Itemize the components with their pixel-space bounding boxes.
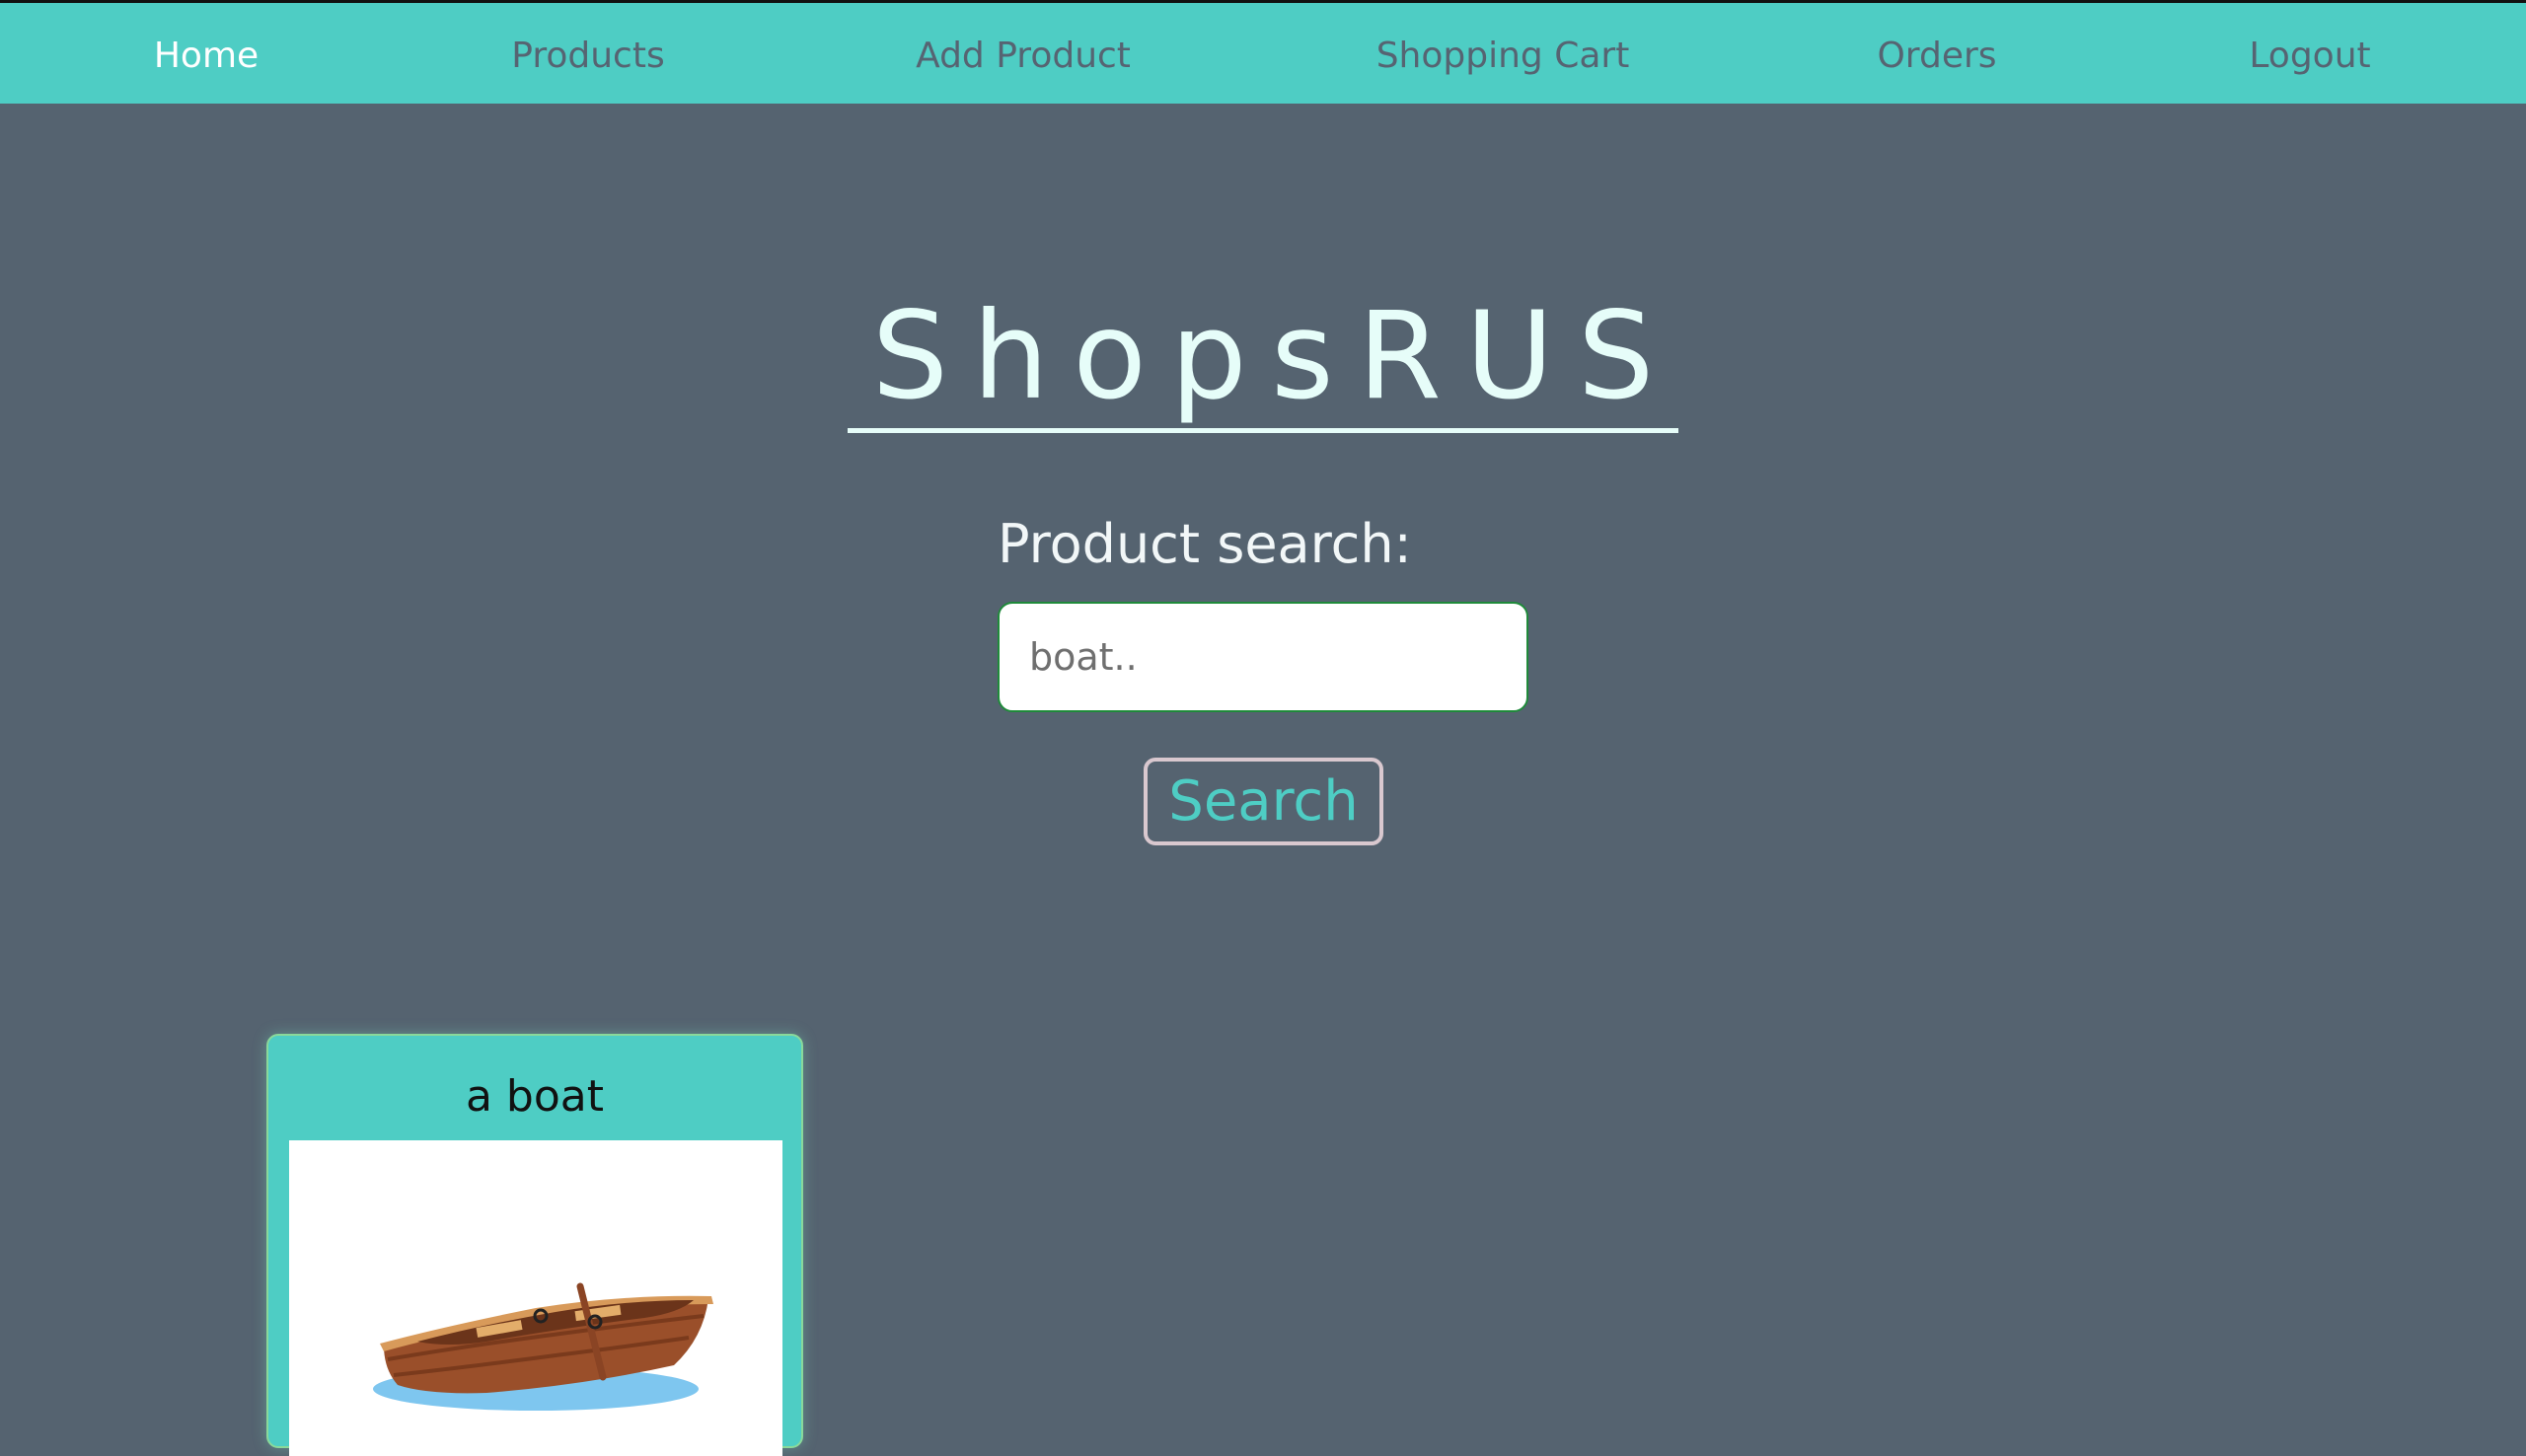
product-name: a boat: [465, 1071, 604, 1122]
search-input[interactable]: [998, 602, 1528, 712]
nav-link-add-product[interactable]: Add Product: [916, 3, 1131, 104]
nav-link-orders[interactable]: Orders: [1877, 3, 1996, 104]
nav-link-products[interactable]: Products: [511, 3, 664, 104]
nav-link-shopping-cart[interactable]: Shopping Cart: [1376, 3, 1630, 104]
search-label: Product search:: [998, 513, 1412, 575]
product-image: [289, 1140, 782, 1456]
nav-link-home[interactable]: Home: [154, 3, 259, 104]
top-navbar: Home Products Add Product Shopping Cart …: [0, 0, 2526, 104]
site-title-text: ShopsRUS: [848, 296, 1678, 433]
rowboat-image: [373, 1282, 713, 1411]
nav-link-logout[interactable]: Logout: [2249, 3, 2370, 104]
product-card[interactable]: a boat: [266, 1034, 803, 1456]
site-title: ShopsRUS: [0, 296, 2526, 433]
search-button[interactable]: Search: [1144, 758, 1383, 845]
